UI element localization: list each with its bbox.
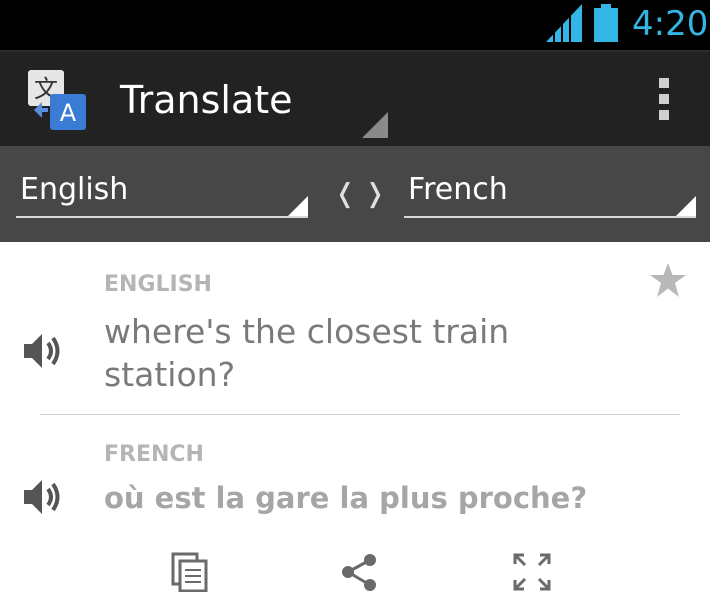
star-icon[interactable] xyxy=(650,263,686,297)
translate-logo-icon[interactable]: 文 A xyxy=(26,70,88,132)
source-language-spinner[interactable]: English xyxy=(16,166,308,218)
translated-text[interactable]: où est la gare la plus proche? xyxy=(104,478,684,518)
divider xyxy=(40,414,680,415)
source-text[interactable]: where's the closest train station? xyxy=(104,310,644,396)
speaker-icon[interactable] xyxy=(22,478,64,516)
language-bar: English ❬ ❭ French xyxy=(0,146,710,242)
action-bar: 文 A Translate xyxy=(0,50,710,146)
speaker-icon[interactable] xyxy=(22,332,64,370)
battery-icon xyxy=(594,4,618,42)
title-spinner-indicator[interactable] xyxy=(362,112,388,138)
source-language-label: English xyxy=(20,172,129,207)
status-bar: 4:20 xyxy=(0,0,710,50)
clock: 4:20 xyxy=(632,4,709,44)
signal-icon xyxy=(546,4,582,42)
fullscreen-icon[interactable] xyxy=(512,552,552,592)
swap-languages-button[interactable]: ❬ ❭ xyxy=(334,176,386,212)
spinner-indicator xyxy=(676,196,696,216)
target-language-spinner[interactable]: French xyxy=(404,166,696,218)
target-language-label: French xyxy=(408,172,508,207)
target-language-heading: FRENCH xyxy=(104,442,204,467)
copy-icon[interactable] xyxy=(170,552,210,592)
share-icon[interactable] xyxy=(340,552,380,592)
svg-text:A: A xyxy=(60,99,77,127)
spinner-indicator xyxy=(288,196,308,216)
app-title[interactable]: Translate xyxy=(120,78,293,122)
overflow-menu-icon[interactable] xyxy=(652,78,676,124)
source-language-heading: ENGLISH xyxy=(104,272,212,297)
